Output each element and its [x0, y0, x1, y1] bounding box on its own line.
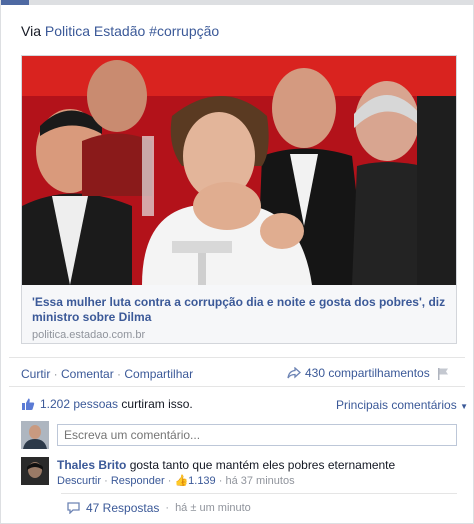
share-button[interactable]: Compartilhar [124, 367, 193, 381]
caret-down-icon: ▼ [460, 402, 468, 411]
via-source-link[interactable]: Politica Estadão #corrupção [45, 23, 219, 39]
via-prefix: Via [21, 23, 45, 39]
divider [9, 386, 465, 387]
separator: · [50, 367, 62, 381]
comment-body: Thales Brito gosta tanto que mantém eles… [57, 457, 395, 489]
reply-bubble-icon [67, 502, 80, 514]
avatar[interactable] [21, 457, 49, 485]
link-preview[interactable]: 'Essa mulher luta contra a corrupção dia… [21, 55, 457, 344]
like-button[interactable]: Curtir [21, 367, 50, 381]
comment-composer [21, 421, 457, 449]
share-arrow-icon [287, 367, 301, 379]
comment-likes[interactable]: 👍1.139 [174, 475, 218, 487]
shares-count-label: 430 compartilhamentos [305, 366, 430, 380]
card-tab-indicator [1, 0, 29, 5]
thumbs-up-icon [22, 398, 35, 410]
replies-time: há ± um minuto [175, 502, 251, 514]
separator: · [104, 475, 111, 487]
comment-author[interactable]: Thales Brito [57, 458, 126, 472]
comment-item: Thales Brito gosta tanto que mantém eles… [21, 457, 395, 489]
link-photo[interactable] [22, 56, 456, 285]
top-comments-label: Principais comentários [336, 398, 457, 412]
likes-summary: 1.202 pessoas curtiram isso. [21, 397, 193, 411]
top-comments-dropdown[interactable]: Principais comentários ▼ [336, 398, 468, 412]
separator: · [113, 367, 125, 381]
comment-button[interactable]: Comentar [61, 367, 114, 381]
shares-count[interactable]: 430 compartilhamentos [287, 366, 430, 380]
unlike-comment-button[interactable]: Descurtir [57, 475, 101, 487]
post-card: Via Politica Estadão #corrupção 'Essa mu… [0, 0, 474, 524]
reply-button[interactable]: Responder [111, 475, 165, 487]
avatar [21, 421, 49, 449]
replies-count: 47 Respostas [86, 501, 160, 515]
comment-time: há 37 minutos [225, 475, 295, 487]
link-domain: politica.estadao.com.br [32, 329, 146, 341]
separator: · [165, 502, 170, 514]
action-bar: Curtir · Comentar · Compartilhar [21, 367, 193, 381]
photo-illustration [22, 56, 456, 285]
comment-meta: Descurtir · Responder · 👍1.139 · há 37 m… [57, 473, 395, 489]
divider [61, 493, 457, 494]
thumbs-up-icon: 👍 [174, 475, 189, 487]
likes-suffix: curtiram isso. [118, 397, 193, 411]
comment-likes-count: 1.139 [188, 475, 216, 487]
comment-text: gosta tanto que mantém eles pobres etern… [126, 458, 396, 472]
link-text-block[interactable]: 'Essa mulher luta contra a corrupção dia… [22, 285, 456, 343]
view-replies[interactable]: 47 Respostas · há ± um minuto [67, 501, 251, 515]
divider [9, 357, 465, 358]
post-header: Via Politica Estadão #corrupção [21, 23, 219, 39]
likes-count-link[interactable]: 1.202 pessoas [40, 397, 118, 411]
link-title[interactable]: 'Essa mulher luta contra a corrupção dia… [32, 295, 446, 325]
flag-icon[interactable] [437, 367, 449, 383]
comment-input[interactable] [57, 424, 457, 446]
